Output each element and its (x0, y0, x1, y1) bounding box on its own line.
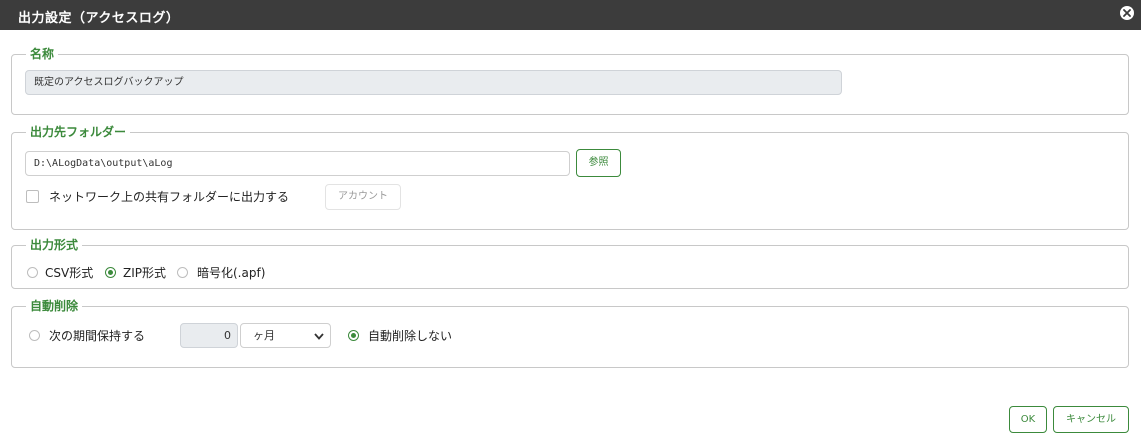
output-format-legend: 出力形式 (30, 238, 79, 252)
format-encrypted-label[interactable]: 暗号化(.apf) (197, 264, 265, 281)
dialog-titlebar: 出力設定（アクセスログ） (0, 0, 1141, 30)
cancel-button[interactable]: キャンセル (1053, 406, 1129, 433)
period-unit-select[interactable]: ヶ月 (240, 323, 331, 348)
auto-delete-legend: 自動削除 (30, 299, 79, 313)
browse-button[interactable]: 参照 (576, 149, 621, 177)
output-folder-legend: 出力先フォルダー (30, 125, 127, 139)
output-folder-section: 出力先フォルダー (11, 125, 1129, 230)
format-csv-label[interactable]: CSV形式 (45, 264, 93, 281)
ok-button[interactable]: OK (1009, 406, 1047, 433)
no-auto-delete-radio[interactable] (348, 330, 359, 341)
close-icon[interactable] (1120, 6, 1134, 20)
output-path-input[interactable]: D:\ALogData\output\aLog (25, 151, 570, 176)
chevron-down-icon (314, 333, 324, 340)
name-field[interactable]: 既定のアクセスログバックアップ (25, 70, 842, 95)
keep-period-input[interactable]: 0 (180, 323, 238, 348)
account-button[interactable]: アカウント (325, 184, 401, 210)
period-unit-value: ヶ月 (253, 329, 275, 342)
share-folder-label[interactable]: ネットワーク上の共有フォルダーに出力する (49, 188, 289, 205)
name-section-legend: 名称 (30, 47, 55, 61)
keep-period-label[interactable]: 次の期間保持する (49, 327, 145, 344)
share-folder-checkbox[interactable] (26, 190, 39, 203)
no-auto-delete-label[interactable]: 自動削除しない (368, 327, 452, 344)
dialog-title: 出力設定（アクセスログ） (18, 11, 180, 26)
format-csv-radio[interactable] (27, 267, 38, 278)
format-zip-label[interactable]: ZIP形式 (123, 264, 166, 281)
keep-period-radio[interactable] (29, 330, 40, 341)
format-encrypted-radio[interactable] (177, 267, 188, 278)
output-format-section: 出力形式 (11, 238, 1129, 289)
auto-delete-section: 自動削除 (11, 299, 1129, 368)
format-zip-radio[interactable] (105, 267, 116, 278)
